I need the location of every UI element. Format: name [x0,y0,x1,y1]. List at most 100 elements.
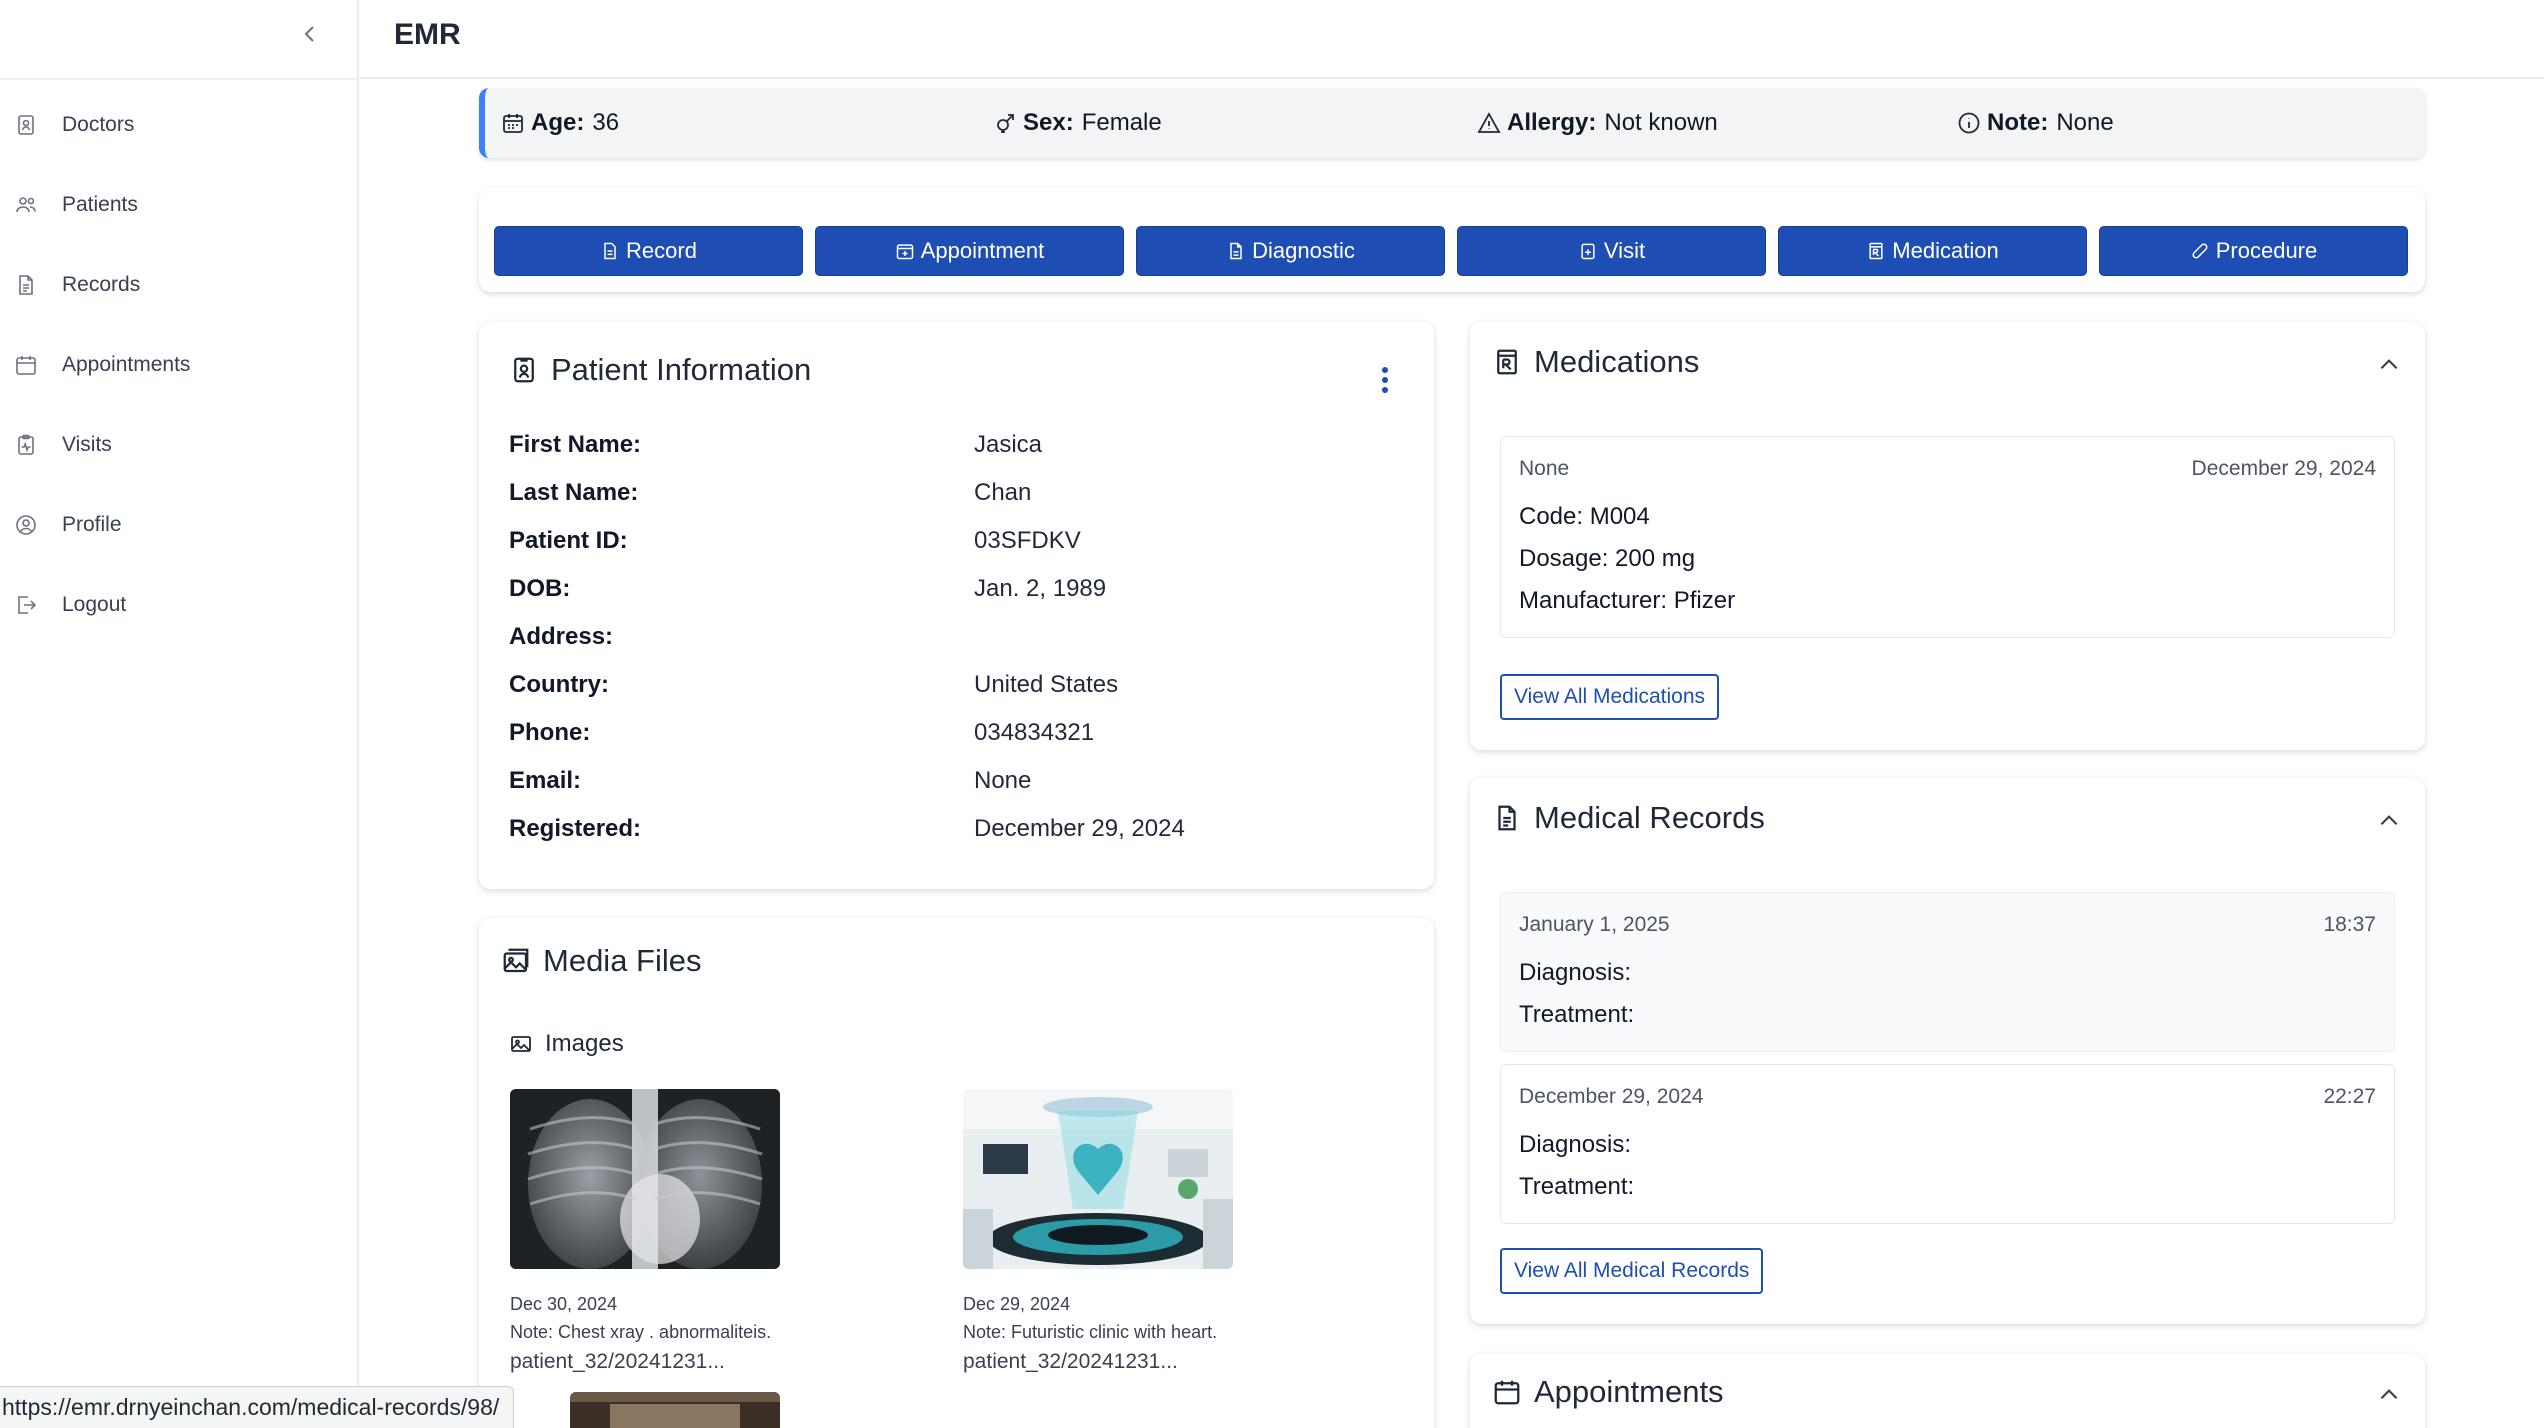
media-note: Note: Chest xray . abnormaliteis. [510,1322,772,1342]
age-summary: Age: 36 [501,88,619,158]
record-time: 18:37 [2323,913,2376,936]
media-date: Dec 29, 2024 [963,1294,1071,1314]
sidebar-item-label: Records [62,273,141,296]
registered-row: Registered: December 29, 2024 [509,815,1185,842]
collapse-chevron-up-icon[interactable] [2376,352,2402,378]
sidebar-item-doctors[interactable]: Doctors [0,95,358,155]
sidebar-item-patients[interactable]: Patients [0,175,358,235]
patient-information-card: Patient Information First Name: Jasica La… [479,322,1434,889]
sidebar-divider [0,78,359,80]
add-medication-button[interactable]: Medication [1778,226,2087,276]
medications-header: Medications [1492,344,1699,380]
bandage-icon [2192,243,2208,259]
collapse-chevron-up-icon[interactable] [2376,808,2402,834]
user-circle-icon [14,513,38,537]
email-row: Email: None [509,767,1032,794]
medication-item[interactable]: None December 29, 2024 Code: M004 Dosage… [1500,436,2395,638]
medical-record-item[interactable]: December 29, 2024 22:27 Diagnosis: Treat… [1500,1064,2395,1224]
file-icon [1230,242,1242,260]
country-row: Country: United States [509,671,1119,698]
warning-icon [1477,112,1501,133]
view-all-medical-records-button[interactable]: View All Medical Records [1500,1248,1764,1294]
medication-date: December 29, 2024 [2191,457,2376,480]
more-options-icon[interactable] [1377,364,1393,396]
media-date: Dec 30, 2024 [510,1294,618,1314]
top-header: EMR [360,0,2544,79]
record-time: 22:27 [2323,1085,2376,1108]
image-icon [511,1036,531,1052]
prescription-icon [1497,349,1517,375]
last-name-row: Last Name: Chan [509,479,1032,506]
record-date: December 29, 2024 [1519,1085,1704,1108]
sidebar-item-label: Logout [62,593,127,616]
media-files-header: Media Files [501,943,702,979]
doctor-badge-icon [14,113,38,137]
media-filename-link[interactable]: patient_32/20241231... [510,1350,725,1374]
sidebar-item-profile[interactable]: Profile [0,495,358,555]
address-row: Address: [509,623,614,650]
clipboard-plus-icon [1581,243,1595,260]
calendar-plus-icon [896,244,913,260]
appointments-header: Appointments [1492,1374,1724,1410]
media-filename-link[interactable]: patient_32/20241231... [963,1350,1178,1374]
medication-code: Code: M004 [1519,503,1650,530]
sidebar-item-label: Profile [62,513,122,536]
calendar-icon [14,353,38,377]
sidebar-item-appointments[interactable]: Appointments [0,335,358,395]
appointments-card: Appointments [1470,1354,2425,1428]
media-note: Note: Futuristic clinic with heart. [963,1322,1218,1342]
add-appointment-button[interactable]: Appointment [815,226,1124,276]
collapse-chevron-up-icon[interactable] [2376,1382,2402,1408]
note-summary: Note: None [1957,88,2114,158]
sidebar-item-label: Doctors [62,113,135,136]
add-procedure-button[interactable]: Procedure [2099,226,2408,276]
users-icon [14,193,38,217]
media-files-card: Media Files Images Dec 30, 2024 Note: Ch… [479,918,1434,1428]
add-diagnostic-button[interactable]: Diagnostic [1136,226,1445,276]
medical-record-item[interactable]: January 1, 2025 18:37 Diagnosis: Treatme… [1500,892,2395,1052]
sex-summary: Sex: Female [993,88,1162,158]
add-record-button[interactable]: Record [494,226,803,276]
patient-summary-bar: Age: 36 Sex: Female Allergy: Not known Note… [479,88,2425,158]
medication-dosage: Dosage: 200 mg [1519,545,1696,572]
gender-icon [997,114,1014,133]
prescription-icon [1869,242,1883,260]
document-icon [1498,805,1516,831]
card-title: Medical Records [1534,800,1765,835]
sidebar-item-logout[interactable]: Logout [0,575,358,635]
images-subheader: Images [509,1030,624,1058]
add-visit-button[interactable]: Visit [1457,226,1766,276]
record-treatment: Treatment: [1519,1001,1635,1028]
dob-row: DOB: Jan. 2, 1989 [509,575,1107,602]
xray-image-thumbnail[interactable] [510,1089,780,1269]
medical-records-header: Medical Records [1492,800,1765,836]
sidebar-item-label: Appointments [62,353,191,376]
sidebar-item-visits[interactable]: Visits [0,415,358,475]
allergy-summary: Allergy: Not known [1477,88,1718,158]
patient-id-row: Patient ID: 03SFDKV [509,527,1081,554]
collapse-sidebar-icon[interactable] [298,22,322,48]
clinic-image-thumbnail[interactable] [963,1089,1233,1269]
card-title: Appointments [1534,1374,1724,1409]
calendar-icon [503,114,523,133]
medical-records-card: Medical Records January 1, 2025 18:37 Di… [1470,778,2425,1324]
document-icon [604,242,616,260]
sidebar: Doctors Patients Records Appointments Vi… [0,0,359,1428]
card-title: Patient Information [551,352,812,387]
view-all-medications-button[interactable]: View All Medications [1500,674,1720,720]
clipboard-pulse-icon [14,433,38,457]
record-treatment: Treatment: [1519,1173,1635,1200]
next-image-thumbnail[interactable] [570,1392,780,1428]
card-title: Media Files [543,943,702,978]
sidebar-item-label: Patients [62,193,138,216]
calendar-icon [1494,1380,1520,1405]
medication-manufacturer: Manufacturer: Pfizer [1519,587,1736,614]
info-icon [1958,112,1980,134]
patient-information-header: Patient Information [509,352,811,388]
phone-row: Phone: 034834321 [509,719,1095,746]
first-name-row: First Name: Jasica [509,431,1043,458]
id-badge-icon [514,357,534,383]
sidebar-item-label: Visits [62,433,112,456]
sidebar-item-records[interactable]: Records [0,255,358,315]
link-status-bar: https://emr.drnyeinchan.com/medical-reco… [0,1386,515,1428]
